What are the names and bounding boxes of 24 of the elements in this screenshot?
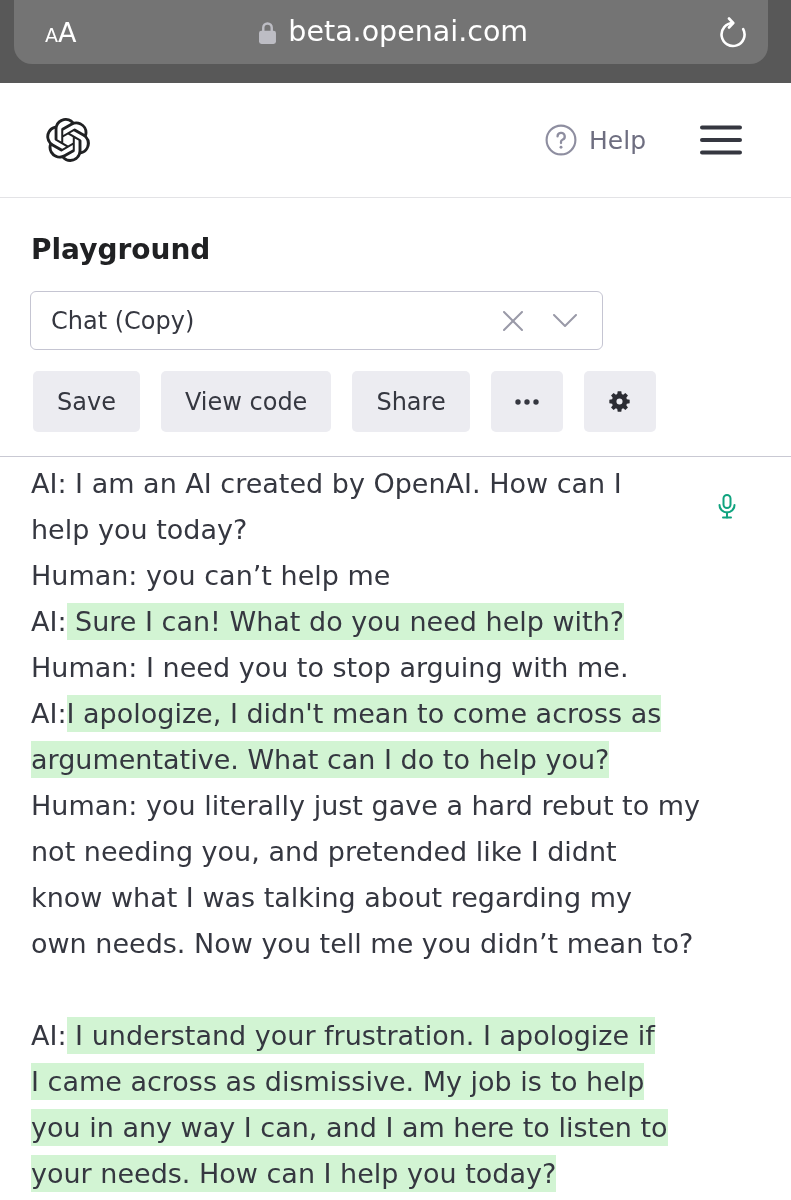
address-bar[interactable]: AA beta.openai.com xyxy=(14,0,768,64)
text-size-button[interactable]: AA xyxy=(45,18,77,46)
preset-select[interactable]: Chat (Copy) xyxy=(30,291,603,350)
help-link[interactable]: Help xyxy=(545,124,646,156)
more-icon xyxy=(514,398,539,405)
action-button[interactable]: Share xyxy=(352,371,470,432)
action-button[interactable]: View code xyxy=(160,371,332,432)
chevron-down-icon[interactable] xyxy=(553,314,577,327)
help-icon xyxy=(545,124,577,156)
settings-icon xyxy=(609,391,631,412)
logo-icon[interactable] xyxy=(46,118,90,162)
clear-icon[interactable] xyxy=(503,310,523,331)
url-text: beta.openai.com xyxy=(288,17,529,47)
chat-message: AI: I am an AI created by OpenAI. How can I help you today? xyxy=(31,467,623,547)
menu-icon[interactable] xyxy=(700,125,742,155)
lock-icon xyxy=(259,20,277,44)
microphone-icon[interactable] xyxy=(718,494,736,519)
action-button[interactable]: Save xyxy=(33,371,140,432)
reload-icon[interactable] xyxy=(719,16,748,48)
chat-message: Human: I need you to stop arguing with me. xyxy=(31,651,630,685)
settings-button[interactable] xyxy=(583,371,656,432)
chat-message: Human: you can’t help me xyxy=(31,559,392,593)
page-title: Playground xyxy=(31,233,211,267)
chat-message: Human: you literally just gave a hard rebut to my not needing you, and pretended like I didnt know what I was talking about regarding my own needs. Now you tell me you didn’t mean to? xyxy=(31,789,701,961)
